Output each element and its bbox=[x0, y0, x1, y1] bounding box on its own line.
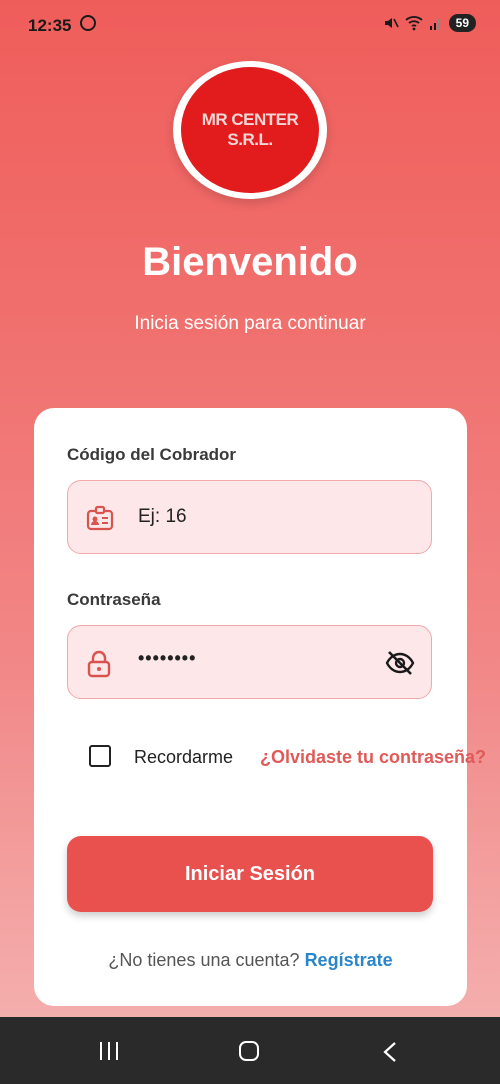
back-icon[interactable] bbox=[382, 1041, 398, 1063]
battery-indicator: 59 bbox=[448, 14, 476, 32]
system-nav-bar bbox=[0, 1017, 500, 1084]
id-card-icon bbox=[86, 505, 114, 531]
code-placeholder: Ej: 16 bbox=[138, 506, 187, 527]
lock-icon bbox=[87, 650, 111, 678]
code-label: Código del Cobrador bbox=[67, 445, 237, 464]
recents-icon[interactable] bbox=[100, 1042, 118, 1060]
password-value: •••••••• bbox=[138, 648, 197, 668]
page-title: Bienvenido bbox=[142, 240, 358, 284]
status-time: 12:35 bbox=[28, 16, 72, 35]
login-button[interactable]: Iniciar Sesión bbox=[67, 836, 433, 912]
code-field[interactable]: Ej: 16 bbox=[67, 480, 432, 554]
logo-line-1: MR CENTER bbox=[201, 110, 299, 129]
forgot-password-link[interactable]: ¿Olvidaste tu contraseña? bbox=[260, 747, 486, 768]
remember-label[interactable]: Recordarme bbox=[134, 747, 233, 768]
signal-icon bbox=[429, 19, 440, 30]
company-logo: MR CENTER S.R.L. bbox=[173, 61, 327, 199]
status-icons: 59 bbox=[383, 14, 476, 32]
logo-badge: MR CENTER S.R.L. bbox=[181, 67, 319, 193]
remember-checkbox[interactable] bbox=[89, 745, 111, 767]
status-bar: 12:35 59 bbox=[0, 0, 500, 50]
password-field[interactable]: •••••••• bbox=[67, 625, 432, 699]
whatsapp-icon bbox=[80, 15, 96, 31]
eye-off-icon[interactable] bbox=[385, 650, 415, 676]
home-icon[interactable] bbox=[239, 1041, 259, 1061]
signup-link[interactable]: Regístrate bbox=[305, 950, 393, 970]
login-card: Código del Cobrador Ej: 16 Contraseña ••… bbox=[34, 408, 486, 1006]
signup-prompt: ¿No tienes una cuenta? Regístrate bbox=[34, 950, 467, 971]
wifi-icon bbox=[405, 16, 423, 31]
password-label: Contraseña bbox=[67, 590, 161, 609]
mute-icon bbox=[384, 18, 399, 28]
logo-line-2: S.R.L. bbox=[227, 130, 273, 149]
page-subtitle: Inicia sesión para continuar bbox=[134, 313, 366, 334]
signup-text: ¿No tienes una cuenta? bbox=[108, 950, 300, 970]
